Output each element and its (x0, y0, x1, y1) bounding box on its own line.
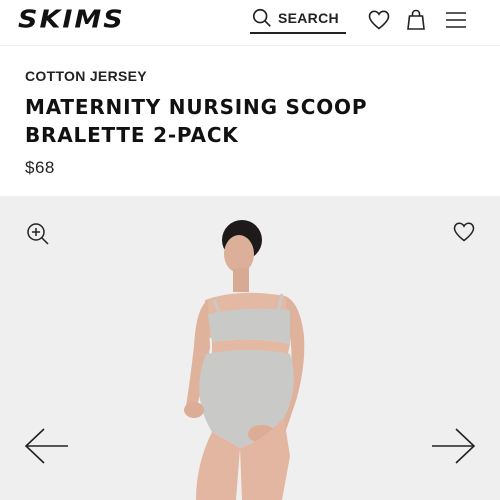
favorite-button[interactable] (452, 220, 476, 244)
menu-button[interactable] (444, 8, 468, 32)
product-image-gallery[interactable] (0, 196, 500, 500)
product-category: COTTON JERSEY (25, 68, 147, 84)
next-image-button[interactable] (430, 426, 476, 466)
search-bar[interactable]: SEARCH (250, 4, 346, 34)
previous-image-button[interactable] (24, 426, 70, 466)
zoom-in-icon (27, 223, 49, 245)
search-label: SEARCH (278, 10, 339, 26)
heart-icon (453, 222, 475, 242)
skims-logo[interactable]: SKIMS (18, 5, 125, 34)
arrow-left-icon (24, 428, 68, 464)
search-icon (252, 8, 271, 27)
menu-icon (446, 12, 466, 28)
product-title: MATERNITY NURSING SCOOP BRALETTE 2-PACK (25, 95, 368, 147)
zoom-button[interactable] (26, 222, 50, 246)
product-price: $68 (25, 158, 55, 177)
site-header: SKIMS SEARCH (0, 0, 500, 46)
arrow-right-icon (432, 428, 476, 464)
cart-button[interactable] (404, 8, 428, 32)
heart-icon (368, 10, 390, 30)
wishlist-button[interactable] (367, 8, 391, 32)
product-photo (184, 220, 305, 500)
shopping-bag-icon (407, 9, 425, 30)
product-info: COTTON JERSEY MATERNITY NURSING SCOOP BR… (0, 46, 500, 196)
